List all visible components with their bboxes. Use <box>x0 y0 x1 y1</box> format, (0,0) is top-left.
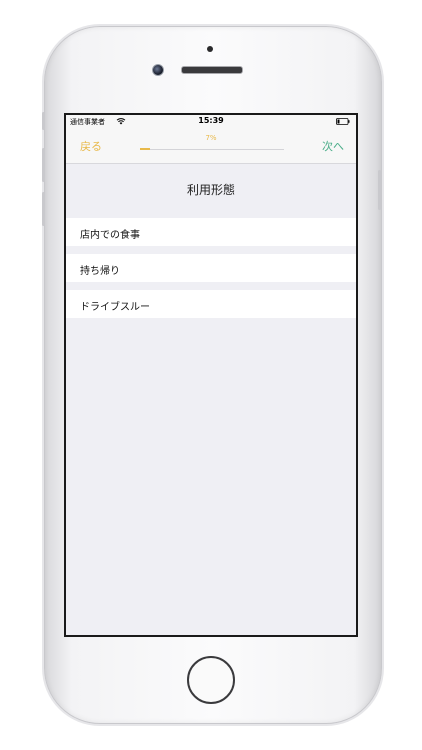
option-drive-through[interactable]: ドライブスルー <box>66 290 356 318</box>
volume-down-button <box>42 192 45 226</box>
option-dine-in[interactable]: 店内での食事 <box>66 218 356 246</box>
next-button[interactable]: 次へ <box>322 138 344 154</box>
option-label: 持ち帰り <box>80 266 120 277</box>
navigation-bar: 戻る 7% 次へ <box>66 129 356 164</box>
status-time: 15:39 <box>198 116 224 125</box>
volume-up-button <box>42 148 45 182</box>
mute-switch <box>42 112 45 130</box>
home-button[interactable] <box>187 656 235 704</box>
front-camera-icon <box>152 64 164 76</box>
progress-bar <box>140 148 284 150</box>
battery-icon <box>336 118 350 125</box>
option-takeout[interactable]: 持ち帰り <box>66 254 356 282</box>
proximity-sensor <box>207 46 213 52</box>
earpiece-speaker <box>181 66 243 74</box>
progress-bar-fill <box>140 148 151 150</box>
power-button <box>378 170 381 210</box>
screen: 通信事業者 15:39 戻る 7% 次へ 利用形態 店内での食事 持ち帰り ドラ… <box>64 113 358 637</box>
progress-percent: 7% <box>205 134 217 142</box>
option-label: 店内での食事 <box>80 230 140 241</box>
option-label: ドライブスルー <box>80 302 150 313</box>
option-list: 店内での食事 持ち帰り ドライブスルー <box>66 218 356 326</box>
device-mockup: 通信事業者 15:39 戻る 7% 次へ 利用形態 店内での食事 持ち帰り ドラ… <box>0 0 422 750</box>
status-bar: 通信事業者 15:39 <box>66 115 356 129</box>
page-title: 利用形態 <box>186 183 235 197</box>
